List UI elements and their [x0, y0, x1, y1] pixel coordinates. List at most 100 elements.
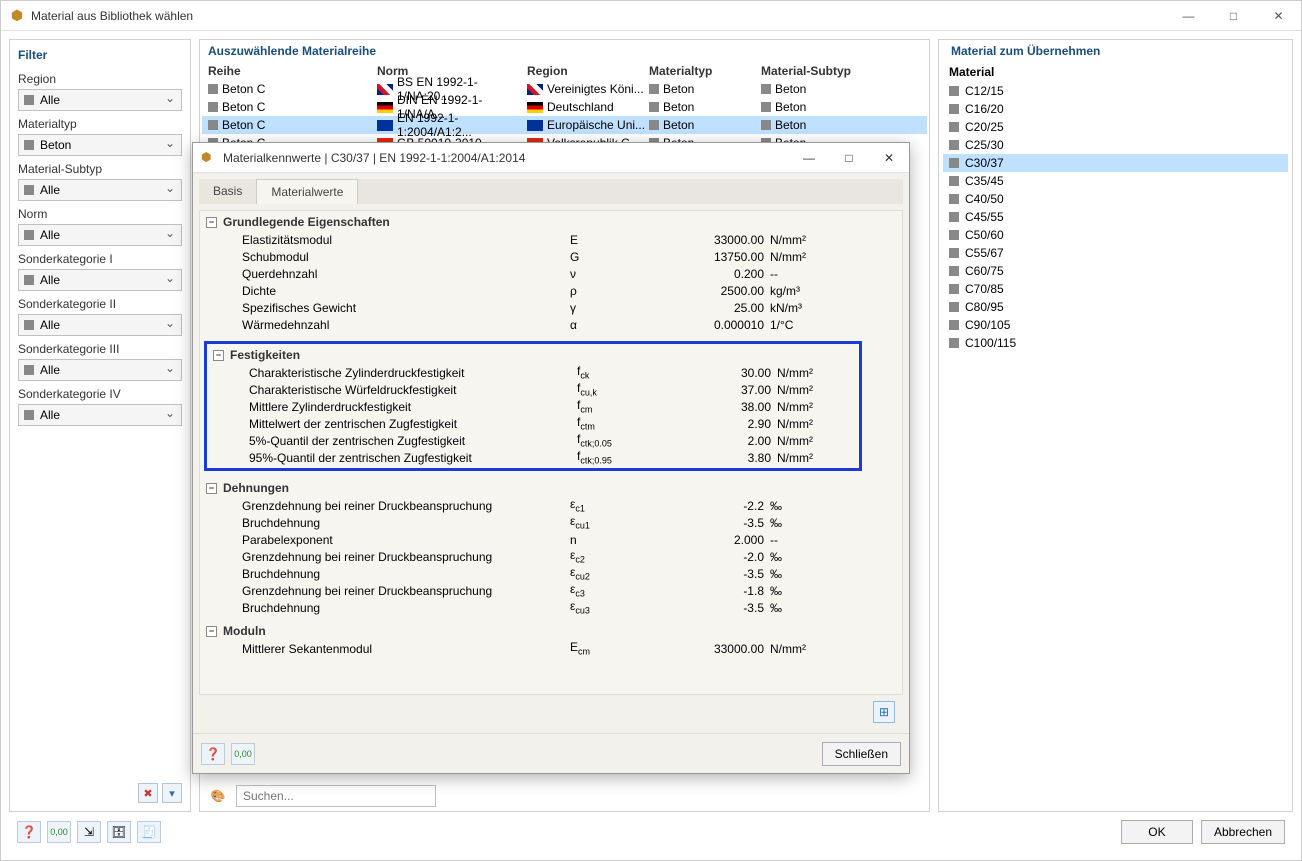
tab-basis[interactable]: Basis [199, 179, 256, 204]
label-sk2: Sonderkategorie II [18, 297, 182, 311]
cancel-button[interactable]: Abbrechen [1201, 820, 1285, 844]
property-row[interactable]: Grenzdehnung bei reiner Druckbeanspruchu… [200, 497, 902, 514]
group-dehnungen[interactable]: −Dehnungen [200, 479, 902, 497]
dialog-decimals-icon[interactable]: 0,00 [231, 743, 255, 765]
label-materialtyp: Materialtyp [18, 117, 182, 131]
minimize-button[interactable]: — [1166, 1, 1211, 31]
dialog-help-icon[interactable]: ❓ [201, 743, 225, 765]
property-row[interactable]: Grenzdehnung bei reiner Druckbeanspruchu… [200, 582, 902, 599]
property-row[interactable]: Bruchdehnungεcu2-3.5‰ [200, 565, 902, 582]
collapse-icon[interactable]: − [206, 626, 217, 637]
dialog-minimize-button[interactable]: — [789, 143, 829, 173]
materials-title: Material zum Übernehmen [943, 40, 1288, 62]
material-row[interactable]: C40/50 [943, 190, 1288, 208]
pin-icon[interactable]: ✖ [138, 783, 158, 803]
export-table-icon[interactable]: ⊞ [873, 701, 895, 723]
property-row[interactable]: Parabelexponentn2.000-- [200, 531, 902, 548]
funnel-icon[interactable]: ▾ [162, 783, 182, 803]
dialog-close-button[interactable]: ✕ [869, 143, 909, 173]
properties-grid: −Grundlegende Eigenschaften Elastizitäts… [199, 210, 903, 695]
tab-materialwerte[interactable]: Materialwerte [256, 179, 358, 204]
series-row[interactable]: Beton CEN 1992-1-1:2004/A1:2...Europäisc… [202, 116, 927, 134]
report-icon[interactable]: 🧾 [137, 821, 161, 843]
property-row[interactable]: SchubmodulG13750.00N/mm² [200, 248, 902, 265]
help-icon[interactable]: ❓ [17, 821, 41, 843]
property-row[interactable]: Wärmedehnzahlα0.0000101/°C [200, 316, 902, 333]
property-row[interactable]: ElastizitätsmodulE33000.00N/mm² [200, 231, 902, 248]
select-subtyp[interactable]: Alle [18, 179, 182, 201]
select-sk4[interactable]: Alle [18, 404, 182, 426]
select-materialtyp[interactable]: Beton [18, 134, 182, 156]
label-sk3: Sonderkategorie III [18, 342, 182, 356]
ok-button[interactable]: OK [1121, 820, 1193, 844]
material-properties-dialog: ⬢ Materialkennwerte | C30/37 | EN 1992-1… [192, 142, 910, 774]
material-row[interactable]: C60/75 [943, 262, 1288, 280]
property-row[interactable]: Spezifisches Gewichtγ25.00kN/m³ [200, 299, 902, 316]
material-row[interactable]: C20/25 [943, 118, 1288, 136]
materials-panel: Material zum Übernehmen Material C12/15C… [938, 39, 1293, 812]
label-sk4: Sonderkategorie IV [18, 387, 182, 401]
group-moduln[interactable]: −Moduln [200, 622, 902, 640]
select-sk3[interactable]: Alle [18, 359, 182, 381]
property-row[interactable]: 95%-Quantil der zentrischen Zugfestigkei… [207, 449, 859, 466]
db-icon[interactable]: 🗄 [107, 821, 131, 843]
highlight-festigkeiten: −Festigkeiten Charakteristische Zylinder… [204, 341, 862, 471]
property-row[interactable]: Mittlerer SekantenmodulEcm33000.00N/mm² [200, 640, 902, 657]
property-row[interactable]: Charakteristische Zylinderdruckfestigkei… [207, 364, 859, 381]
series-row[interactable]: Beton CDIN EN 1992-1-1/NA/A...Deutschlan… [202, 98, 927, 116]
export-icon[interactable]: ⇲ [77, 821, 101, 843]
property-row[interactable]: Charakteristische Würfeldruckfestigkeitf… [207, 381, 859, 398]
material-row[interactable]: C55/67 [943, 244, 1288, 262]
collapse-icon[interactable]: − [206, 217, 217, 228]
property-row[interactable]: Bruchdehnungεcu3-3.5‰ [200, 599, 902, 616]
dialog-tabs: Basis Materialwerte [199, 179, 903, 204]
material-row[interactable]: C50/60 [943, 226, 1288, 244]
material-row[interactable]: C80/95 [943, 298, 1288, 316]
material-row[interactable]: C70/85 [943, 280, 1288, 298]
property-row[interactable]: Mittlere Zylinderdruckfestigkeitfcm38.00… [207, 398, 859, 415]
material-row[interactable]: C100/115 [943, 334, 1288, 352]
select-sk2[interactable]: Alle [18, 314, 182, 336]
material-row[interactable]: C12/15 [943, 82, 1288, 100]
material-row[interactable]: C30/37 [943, 154, 1288, 172]
series-row[interactable]: Beton CBS EN 1992-1-1/NA:20...Vereinigte… [202, 80, 927, 98]
label-norm: Norm [18, 207, 182, 221]
decimals-icon[interactable]: 0,00 [47, 821, 71, 843]
material-row[interactable]: C90/105 [943, 316, 1288, 334]
collapse-icon[interactable]: − [213, 350, 224, 361]
series-title: Auszuwählende Materialreihe [200, 40, 929, 62]
property-row[interactable]: 5%-Quantil der zentrischen Zugfestigkeit… [207, 432, 859, 449]
group-festigkeiten[interactable]: −Festigkeiten [207, 346, 859, 364]
color-icon[interactable]: 🎨 [206, 785, 230, 807]
filter-title: Filter [18, 44, 182, 66]
property-row[interactable]: Grenzdehnung bei reiner Druckbeanspruchu… [200, 548, 902, 565]
titlebar: ⬢ Material aus Bibliothek wählen — □ ✕ [1, 1, 1301, 31]
label-region: Region [18, 72, 182, 86]
collapse-icon[interactable]: − [206, 483, 217, 494]
label-sk1: Sonderkategorie I [18, 252, 182, 266]
select-norm[interactable]: Alle [18, 224, 182, 246]
series-header: Reihe Norm Region Materialtyp Material-S… [202, 62, 927, 80]
material-row[interactable]: C45/55 [943, 208, 1288, 226]
property-row[interactable]: Dichteρ2500.00kg/m³ [200, 282, 902, 299]
property-row[interactable]: Mittelwert der zentrischen Zugfestigkeit… [207, 415, 859, 432]
window-title: Material aus Bibliothek wählen [31, 9, 1293, 23]
maximize-button[interactable]: □ [1211, 1, 1256, 31]
search-input[interactable] [236, 785, 436, 807]
dialog-maximize-button[interactable]: □ [829, 143, 869, 173]
filter-panel: Filter Region Alle Materialtyp Beton Mat… [9, 39, 191, 812]
close-dialog-button[interactable]: Schließen [822, 742, 901, 766]
group-grundlegende[interactable]: −Grundlegende Eigenschaften [200, 213, 902, 231]
select-sk1[interactable]: Alle [18, 269, 182, 291]
label-subtyp: Material-Subtyp [18, 162, 182, 176]
material-row[interactable]: C35/45 [943, 172, 1288, 190]
bottom-toolbar: ❓ 0,00 ⇲ 🗄 🧾 OK Abbrechen [9, 812, 1293, 852]
material-row[interactable]: C16/20 [943, 100, 1288, 118]
materials-header[interactable]: Material [943, 62, 1288, 82]
material-row[interactable]: C25/30 [943, 136, 1288, 154]
property-row[interactable]: Querdehnzahlν0.200-- [200, 265, 902, 282]
dialog-icon: ⬢ [201, 150, 217, 166]
select-region[interactable]: Alle [18, 89, 182, 111]
close-button[interactable]: ✕ [1256, 1, 1301, 31]
property-row[interactable]: Bruchdehnungεcu1-3.5‰ [200, 514, 902, 531]
